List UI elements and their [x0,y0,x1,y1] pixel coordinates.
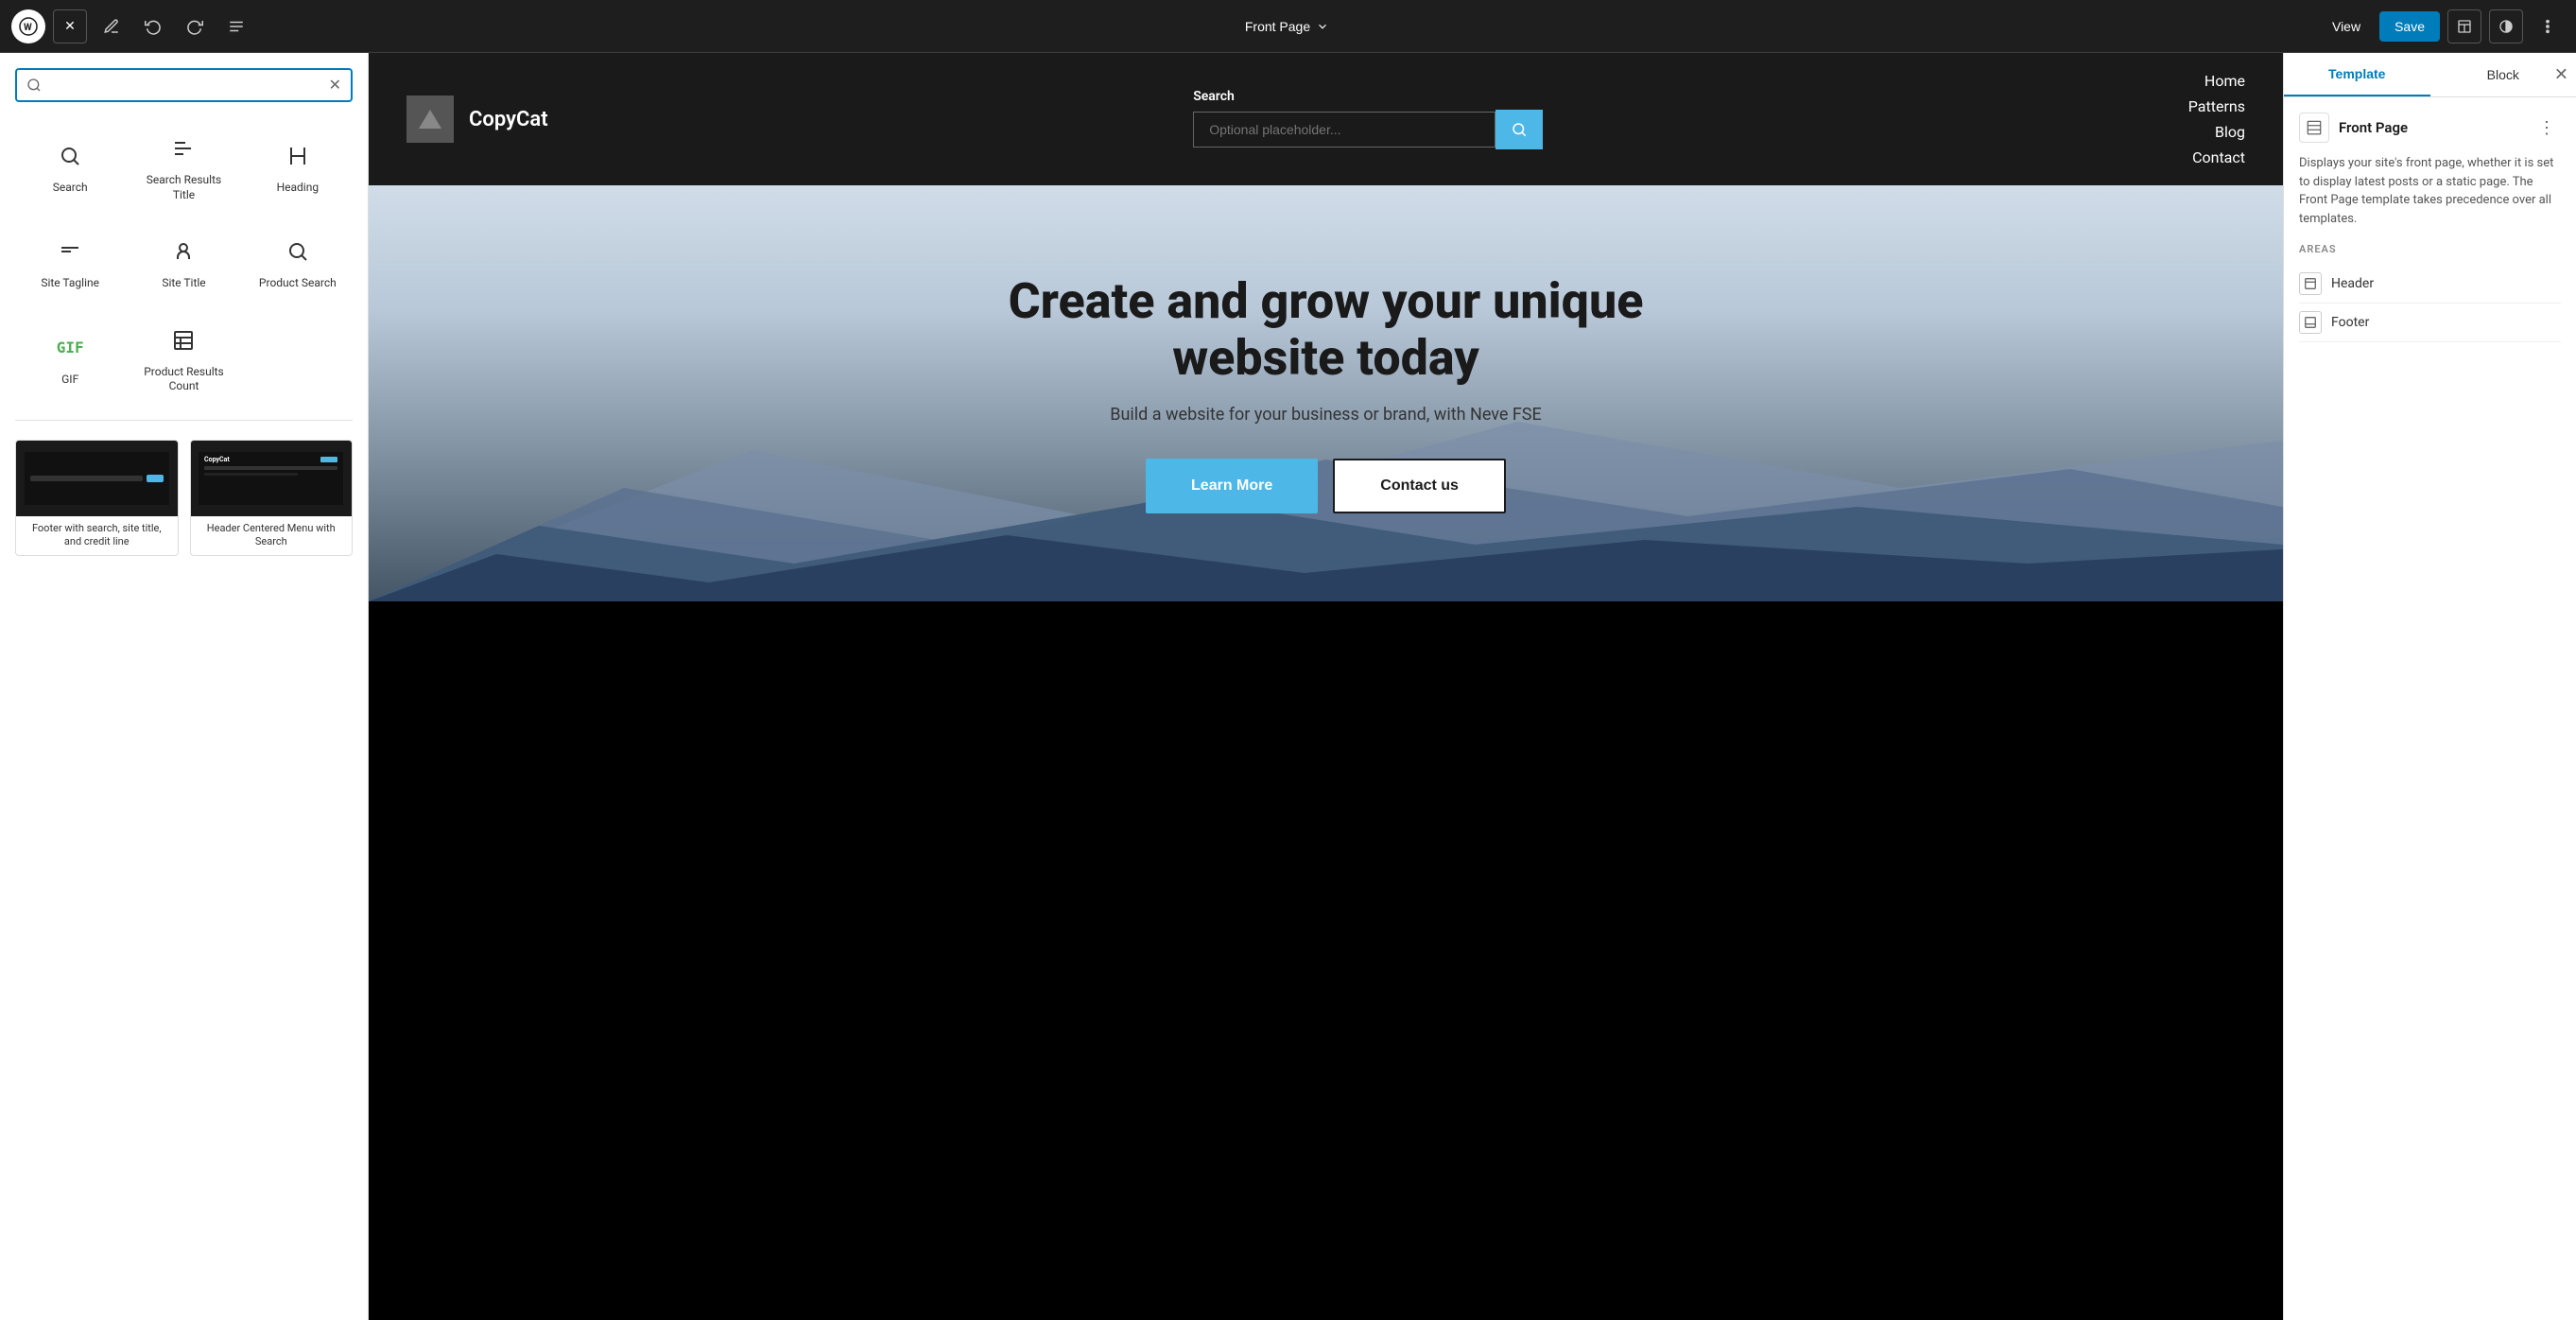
block-item-tagline-label: Site Tagline [41,276,99,291]
template-icon [2299,113,2329,143]
wp-logo: W [11,9,45,43]
options-button[interactable] [2531,9,2565,43]
product-search-icon [281,234,315,269]
block-item-gif-label: GIF [61,373,78,388]
site-header: CopyCat Search Home Patterns Blog Co [369,53,2283,185]
edit-pen-button[interactable] [95,9,129,43]
search-block-label: Search [1193,89,1543,104]
block-item-product-results-count[interactable]: Product Results Count [129,309,238,408]
pattern-card-header-centered[interactable]: CopyCat Header Centered Menu with Search [190,440,354,556]
nav-contact[interactable]: Contact [2192,148,2245,166]
contrast-button[interactable] [2489,9,2523,43]
layout-toggle-button[interactable] [2447,9,2481,43]
search-block-input-wrap [1193,110,1543,149]
left-panel: search ✕ Search Search Results Title [0,53,369,1320]
site-logo [406,96,454,143]
contact-us-button[interactable]: Contact us [1333,459,1506,513]
tab-template[interactable]: Template [2284,53,2430,96]
area-header[interactable]: Header [2299,265,2561,304]
pattern-cards: Footer with search, site title, and cred… [0,432,368,571]
template-name: Front Page [2339,119,2408,136]
site-search-button[interactable] [1495,110,1543,149]
pattern-thumb-footer [16,441,178,516]
search-clear-button[interactable]: ✕ [329,76,341,95]
hero-buttons: Learn More Contact us [995,459,1657,513]
svg-text:W: W [24,23,32,33]
page-title-button[interactable]: Front Page [1234,13,1340,40]
view-button[interactable]: View [2321,13,2372,40]
template-icon-title: Front Page [2299,113,2408,143]
nav-patterns[interactable]: Patterns [2188,97,2245,115]
heading-icon [281,139,315,173]
footer-area-icon [2299,311,2322,334]
main-layout: search ✕ Search Search Results Title [0,53,2576,1320]
nav-blog[interactable]: Blog [2215,123,2245,141]
template-options-button[interactable]: ⋮ [2533,116,2561,140]
site-nav: Home Patterns Blog Contact [2188,72,2245,166]
pattern-footer-label: Footer with search, site title, and cred… [16,516,178,555]
block-item-site-title[interactable]: Site Title [129,220,238,305]
toolbar-right: View Save [2321,9,2565,43]
search-results-title-icon [166,131,200,165]
area-footer[interactable]: Footer [2299,304,2561,342]
template-header: Front Page ⋮ [2299,113,2561,143]
close-button[interactable]: ✕ [53,9,87,43]
header-area-icon [2299,272,2322,295]
right-panel: Template Block ✕ Front Page ⋮ Displays y… [2283,53,2576,1320]
block-item-site-tagline[interactable]: Site Tagline [15,220,125,305]
hero-content: Create and grow your unique website toda… [995,273,1657,514]
top-toolbar: W ✕ Front Page View Save [0,0,2576,53]
site-search-block: Search [1193,89,1543,149]
site-name: CopyCat [469,108,548,131]
panel-divider [15,420,353,421]
block-item-heading[interactable]: Heading [243,117,353,217]
search-icon [26,78,42,93]
hero-section: Create and grow your unique website toda… [369,185,2283,601]
site-search-icon [1511,121,1528,138]
learn-more-button[interactable]: Learn More [1146,459,1318,513]
areas-label: AREAS [2299,243,2561,255]
site-tagline-icon [53,234,87,269]
block-search-bar: search ✕ [15,68,353,102]
site-title-icon [166,234,200,269]
logo-triangle [419,110,441,129]
site-preview: CopyCat Search Home Patterns Blog Co [369,53,2283,1320]
hero-title: Create and grow your unique website toda… [995,273,1657,387]
redo-button[interactable] [178,9,212,43]
pattern-thumb-header: CopyCat [191,441,353,516]
site-logo-area: CopyCat [406,96,548,143]
right-panel-content: Front Page ⋮ Displays your site's front … [2284,97,2576,357]
gif-icon: GIF [53,331,87,365]
block-item-search-results-title[interactable]: Search Results Title [129,117,238,217]
block-item-prc-label: Product Results Count [137,365,230,394]
pattern-card-footer-search[interactable]: Footer with search, site title, and cred… [15,440,179,556]
undo-button[interactable] [136,9,170,43]
save-button[interactable]: Save [2379,11,2440,42]
pattern-header-label: Header Centered Menu with Search [191,516,353,555]
search-block-icon [53,139,87,173]
block-item-gif[interactable]: GIF GIF [15,309,125,408]
block-search-input[interactable]: search [49,78,321,94]
canvas-area: CopyCat Search Home Patterns Blog Co [369,53,2283,1320]
right-panel-close-button[interactable]: ✕ [2554,65,2568,85]
block-grid: Search Search Results Title Heading [0,117,368,408]
block-item-product-search-label: Product Search [259,276,337,291]
list-view-button[interactable] [219,9,253,43]
nav-home[interactable]: Home [2204,72,2245,90]
block-item-site-title-label: Site Title [162,276,205,291]
block-item-search[interactable]: Search [15,117,125,217]
site-search-input[interactable] [1193,112,1495,148]
area-header-label: Header [2331,276,2374,291]
block-item-srt-label: Search Results Title [137,173,230,202]
right-panel-tabs: Template Block ✕ [2284,53,2576,97]
hero-subtitle: Build a website for your business or bra… [995,405,1657,425]
area-footer-label: Footer [2331,315,2369,330]
block-item-product-search[interactable]: Product Search [243,220,353,305]
product-results-count-icon [166,323,200,357]
template-description: Displays your site's front page, whether… [2299,154,2561,228]
block-item-search-label: Search [53,181,88,196]
block-item-heading-label: Heading [277,181,320,196]
toolbar-center: Front Page [261,13,2313,40]
page-title-label: Front Page [1245,19,1310,34]
